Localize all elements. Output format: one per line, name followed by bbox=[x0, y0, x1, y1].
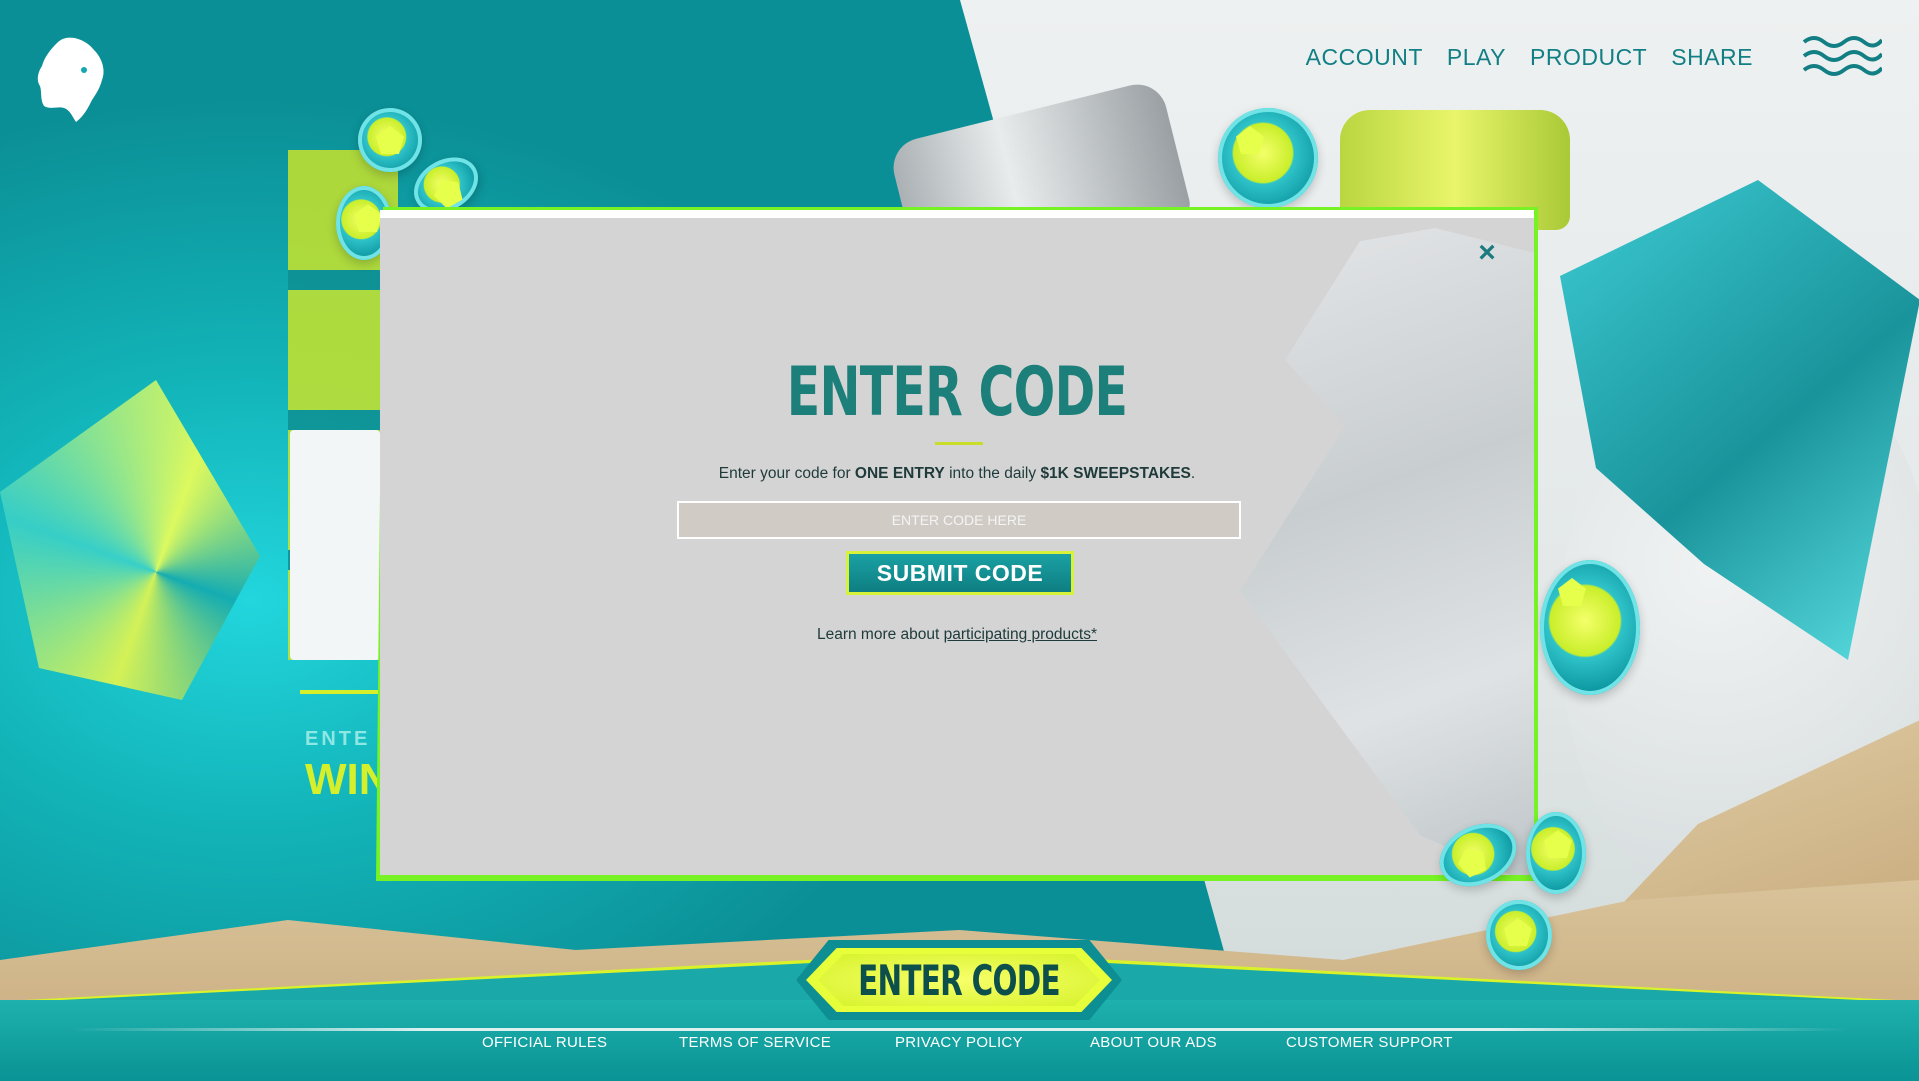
background-headline-block bbox=[290, 430, 380, 660]
footer-link-support[interactable]: CUSTOMER SUPPORT bbox=[1286, 1034, 1453, 1051]
menu-button[interactable] bbox=[1802, 34, 1884, 80]
footer-link-privacy[interactable]: PRIVACY POLICY bbox=[895, 1034, 1023, 1051]
desc-bold-entry: ONE ENTRY bbox=[854, 465, 945, 482]
lion-head-logo[interactable] bbox=[36, 36, 106, 124]
desc-text: into the daily bbox=[944, 465, 1041, 482]
participating-products-link[interactable]: participating products* bbox=[944, 626, 1097, 643]
modal-title: ENTER CODE bbox=[786, 353, 1128, 432]
lion-logo-icon bbox=[37, 37, 104, 123]
gem-icon bbox=[1218, 108, 1318, 208]
enter-code-cta-button[interactable]: ENTER CODE bbox=[796, 940, 1122, 1020]
nav-account[interactable]: ACCOUNT bbox=[1306, 44, 1423, 71]
footer-links: OFFICIAL RULES TERMS OF SERVICE PRIVACY … bbox=[0, 1034, 1919, 1058]
code-input[interactable] bbox=[677, 501, 1241, 539]
site-header: ACCOUNT PLAY PRODUCT SHARE bbox=[0, 0, 1919, 123]
desc-bold-sweepstakes: $1K SWEEPSTAKES bbox=[1040, 465, 1191, 482]
desc-text: Enter your code for bbox=[718, 465, 855, 482]
nav-play[interactable]: PLAY bbox=[1447, 44, 1506, 71]
wave-menu-icon bbox=[1802, 36, 1884, 76]
gem-icon bbox=[1486, 900, 1552, 970]
desc-text: . bbox=[1190, 465, 1196, 482]
background-divider bbox=[300, 690, 380, 694]
gem-icon bbox=[1526, 812, 1586, 894]
main-nav: ACCOUNT PLAY PRODUCT SHARE bbox=[1306, 44, 1753, 71]
modal-description: Enter your code for ONE ENTRY into the d… bbox=[380, 465, 1534, 483]
enter-code-modal: × ENTER CODE Enter your code for ONE ENT… bbox=[380, 210, 1534, 875]
footer-link-official-rules[interactable]: OFFICIAL RULES bbox=[482, 1034, 607, 1051]
submit-code-button[interactable]: SUBMIT CODE bbox=[846, 551, 1074, 595]
footer-divider bbox=[70, 1028, 1850, 1031]
nav-product[interactable]: PRODUCT bbox=[1530, 44, 1647, 71]
title-underline bbox=[935, 442, 983, 445]
background-text-fragment: ENTE bbox=[305, 728, 371, 750]
footer-link-terms[interactable]: TERMS OF SERVICE bbox=[679, 1034, 831, 1051]
gem-icon bbox=[1540, 560, 1640, 695]
footer-link-ads[interactable]: ABOUT OUR ADS bbox=[1090, 1034, 1217, 1051]
close-icon[interactable]: × bbox=[1472, 238, 1502, 268]
learn-more-prefix: Learn more about bbox=[816, 626, 944, 643]
nav-share[interactable]: SHARE bbox=[1671, 44, 1753, 71]
modal-lion-silhouette bbox=[1240, 228, 1534, 875]
learn-more-text: Learn more about participating products* bbox=[380, 626, 1534, 644]
cta-label: ENTER CODE bbox=[858, 956, 1060, 1005]
